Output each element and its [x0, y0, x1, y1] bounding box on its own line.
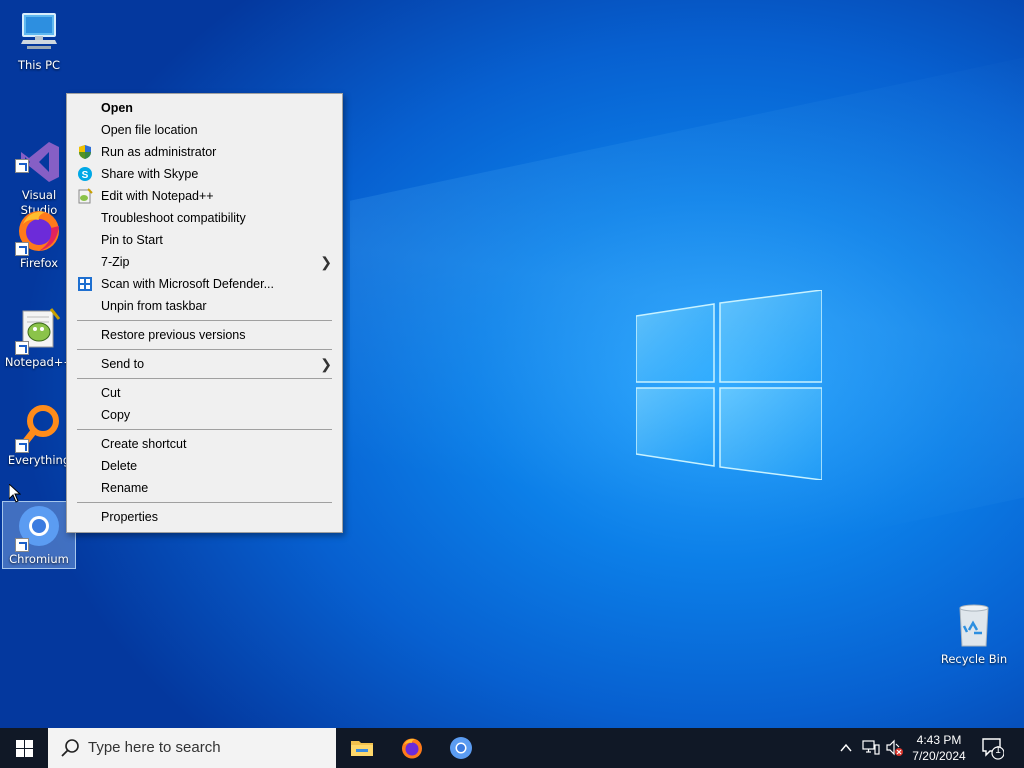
menu-item-label: Copy: [101, 408, 131, 422]
chromium-icon: [450, 737, 472, 759]
desktop-icon-label: Chromium: [9, 552, 69, 566]
menu-item-label: Scan with Microsoft Defender...: [101, 277, 274, 291]
menu-item-open[interactable]: Open: [67, 97, 342, 119]
uac-shield-icon: [79, 145, 91, 159]
notepad-plus-plus-icon: [78, 188, 93, 204]
firefox-icon: [15, 206, 63, 256]
taskbar-search-box[interactable]: Type here to search: [48, 728, 336, 768]
menu-item-restore-previous-versions[interactable]: Restore previous versions: [67, 324, 342, 346]
menu-item-troubleshoot-compatibility[interactable]: Troubleshoot compatibility: [67, 207, 342, 229]
file-explorer-icon: [351, 741, 373, 756]
desktop-icon-label: Firefox: [19, 256, 59, 270]
desktop-icon-label: Everything: [7, 453, 71, 467]
menu-item-copy[interactable]: Copy: [67, 404, 342, 426]
chevron-right-icon: ❯: [320, 254, 332, 270]
skype-icon: S: [78, 167, 92, 181]
desktop-icon-chromium[interactable]: Chromium: [2, 501, 76, 569]
menu-item-label: Run as administrator: [101, 145, 217, 159]
menu-item-label: Edit with Notepad++: [101, 189, 214, 203]
desktop-icon-label: Notepad++: [4, 355, 74, 369]
notepad-plus-plus-icon: [15, 305, 63, 355]
monitor-icon: [15, 8, 63, 56]
desktop-icon-label: Recycle Bin: [940, 652, 1008, 666]
search-placeholder: Type here to search: [88, 739, 221, 756]
action-center-button[interactable]: 1: [980, 736, 1005, 763]
taskbar: Type here to search 4:43 PM 7/20/2024 1: [0, 728, 1024, 768]
menu-item-label: Rename: [101, 481, 149, 495]
menu-item-label: 7-Zip: [101, 255, 130, 269]
menu-item-label: Troubleshoot compatibility: [101, 211, 246, 225]
menu-item-label: Unpin from taskbar: [101, 299, 207, 313]
menu-item-cut[interactable]: Cut: [67, 382, 342, 404]
visual-studio-icon: [15, 123, 63, 182]
shortcut-arrow-icon: [15, 341, 29, 355]
desktop-icon-this-pc[interactable]: This PC: [2, 8, 76, 73]
windows-start-icon: [16, 740, 33, 757]
menu-item-scan-with-defender[interactable]: Scan with Microsoft Defender...: [67, 273, 342, 295]
firefox-icon: [402, 738, 422, 759]
menu-separator: [77, 502, 332, 503]
menu-item-label: Properties: [101, 510, 158, 524]
notification-count: 1: [995, 745, 1001, 756]
menu-item-label: Delete: [101, 459, 138, 473]
desktop-icon-recycle-bin[interactable]: Recycle Bin: [937, 602, 1011, 667]
svg-text:S: S: [82, 170, 89, 181]
menu-item-unpin-from-taskbar[interactable]: Unpin from taskbar: [67, 295, 342, 317]
shortcut-arrow-icon: [15, 538, 29, 552]
menu-separator: [77, 320, 332, 321]
recycle-bin-icon: [950, 602, 998, 650]
menu-item-create-shortcut[interactable]: Create shortcut: [67, 433, 342, 455]
chromium-icon: [15, 502, 63, 552]
desktop-icon-firefox[interactable]: Firefox: [2, 206, 76, 271]
context-menu: Open Open file location Run as administr…: [66, 93, 343, 533]
menu-item-7-zip[interactable]: 7-Zip ❯: [67, 251, 342, 273]
taskbar-firefox[interactable]: [388, 728, 436, 768]
shortcut-arrow-icon: [15, 159, 29, 173]
menu-item-edit-with-notepad-plus-plus[interactable]: Edit with Notepad++: [67, 185, 342, 207]
menu-item-label: Send to: [101, 357, 145, 371]
shortcut-arrow-icon: [15, 242, 29, 256]
menu-item-delete[interactable]: Delete: [67, 455, 342, 477]
volume-muted-icon[interactable]: [886, 739, 904, 757]
taskbar-chromium[interactable]: [437, 728, 485, 768]
clock-date: 7/20/2024: [912, 749, 966, 763]
menu-item-label: Restore previous versions: [101, 328, 246, 342]
magnifier-icon: [15, 403, 63, 453]
menu-item-run-as-administrator[interactable]: Run as administrator: [67, 141, 342, 163]
menu-item-send-to[interactable]: Send to ❯: [67, 353, 342, 375]
taskbar-clock[interactable]: 4:43 PM 7/20/2024: [904, 732, 974, 764]
network-icon[interactable]: [862, 740, 880, 756]
menu-separator: [77, 378, 332, 379]
start-button[interactable]: [0, 728, 48, 768]
menu-item-label: Cut: [101, 386, 121, 400]
menu-separator: [77, 349, 332, 350]
desktop-icon-notepad-plus-plus[interactable]: Notepad++: [2, 305, 76, 370]
menu-item-rename[interactable]: Rename: [67, 477, 342, 499]
defender-icon: [78, 277, 92, 291]
menu-item-pin-to-start[interactable]: Pin to Start: [67, 229, 342, 251]
menu-item-label: Open file location: [101, 123, 198, 137]
menu-item-label: Share with Skype: [101, 167, 199, 181]
windows-logo-wallpaper: [635, 289, 823, 481]
mouse-cursor-icon: [9, 484, 21, 503]
desktop-icon-everything[interactable]: Everything: [2, 403, 76, 468]
menu-item-label: Pin to Start: [101, 233, 163, 247]
menu-item-open-file-location[interactable]: Open file location: [67, 119, 342, 141]
chevron-right-icon: ❯: [320, 356, 332, 372]
menu-item-label: Create shortcut: [101, 437, 187, 451]
taskbar-file-explorer[interactable]: [338, 728, 386, 768]
menu-item-properties[interactable]: Properties: [67, 506, 342, 528]
search-icon: [61, 739, 79, 757]
shortcut-arrow-icon: [15, 439, 29, 453]
chevron-up-icon[interactable]: [840, 743, 852, 753]
menu-separator: [77, 429, 332, 430]
desktop-icon-label: This PC: [17, 58, 61, 72]
menu-item-label: Open: [101, 101, 133, 115]
clock-time: 4:43 PM: [916, 733, 962, 747]
menu-item-share-with-skype[interactable]: S Share with Skype: [67, 163, 342, 185]
